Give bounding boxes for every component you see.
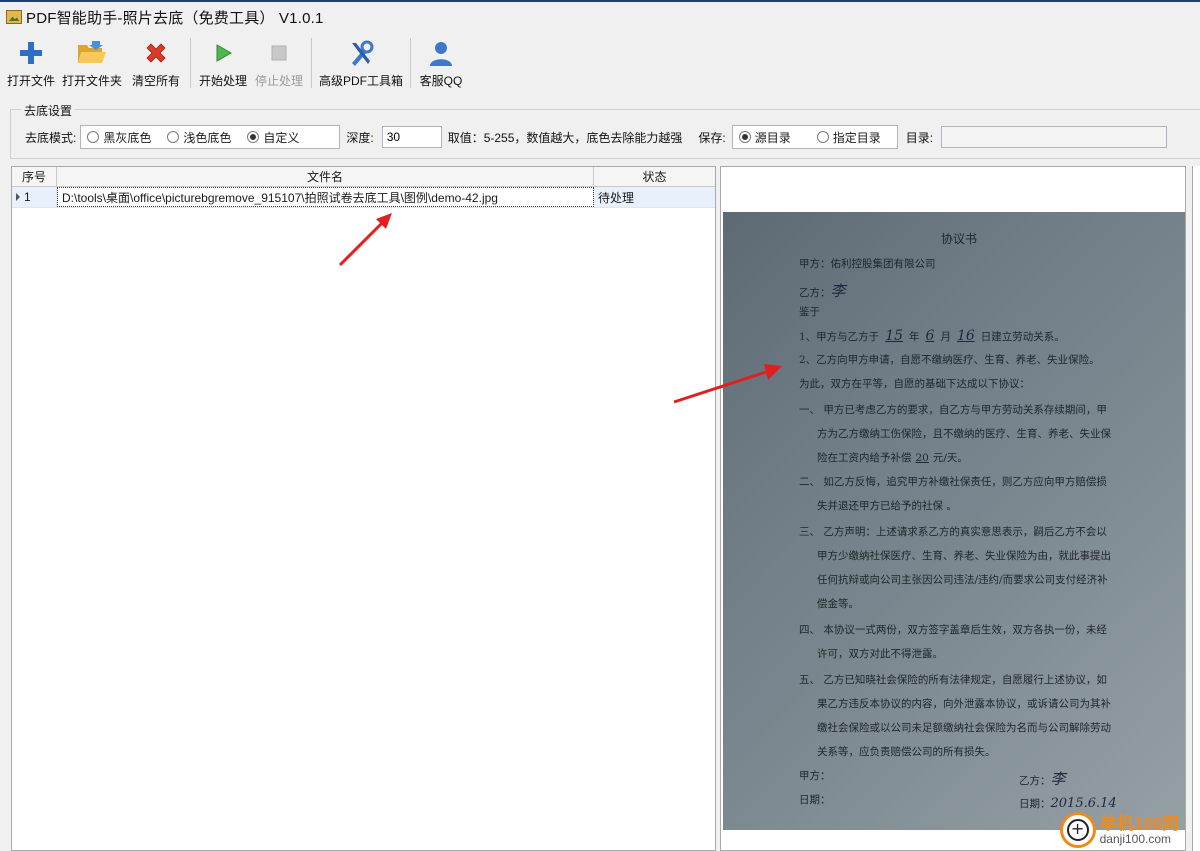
dir-input[interactable] [941,126,1168,148]
doc-line: 偿金等。 [817,598,859,610]
plus-icon [15,38,47,68]
doc-line: 关系等，应负责赔偿公司的所有损失。 [817,746,996,758]
doc-line: 日期：2015.6.14 [1019,796,1117,811]
doc-line: 甲方： [799,770,831,782]
row-pointer-icon [16,193,20,201]
doc-line: 2、乙方向甲方申请，自愿不缴纳医疗、生育、养老、失业保险。 [799,354,1100,366]
column-header-status[interactable]: 状态 [594,167,715,186]
right-edge-panel [1192,166,1200,851]
mode-radio-black-gray[interactable]: 黑灰底色 [87,129,151,146]
doc-line: 方为乙方缴纳工伤保险，且不缴纳的医疗、生育、养老、失业保 [817,428,1111,440]
mode-radio-light[interactable]: 浅色底色 [167,129,231,146]
document-photo-preview: 协议书 甲方：佑利控股集团有限公司 乙方：李 鉴于 1、甲方与乙方于 15 年 6 月 1… [723,212,1185,830]
radio-circle-selected [738,131,751,143]
doc-line: 乙方：李 [799,282,846,300]
radio-circle-selected [247,131,260,143]
toolbar-separator [190,38,191,88]
window-title: PDF智能助手-照片去底（免费工具） V1.0.1 [26,9,324,27]
doc-line: 甲方少缴纳社保医疗、生育、养老、失业保险为由，就此事提出 [817,550,1111,562]
depth-input[interactable] [381,126,442,148]
stop-process-button[interactable]: 停止处理 [251,34,307,94]
doc-line: 果乙方违反本协议的内容，向外泄露本协议，或诉请公司为其补 [817,698,1111,710]
doc-line: 三、 乙方声明：上述请求系乙方的真实意思表示，嗣后乙方不会以 [799,526,1107,538]
toolbar-separator [311,38,312,88]
doc-line: 二、 如乙方反悔，追究甲方补缴社保责任，则乙方应向甲方赔偿损 [799,476,1107,488]
start-process-button[interactable]: 开始处理 [195,34,251,94]
folder-open-icon [76,38,108,68]
save-label: 保存: [698,130,726,145]
save-radio-group: 源目录 指定目录 [731,125,898,149]
depth-hint: 取值：5-255，数值越大，底色去除能力越强 [447,130,683,145]
doc-line: 五、 乙方已知晓社会保险的所有法律规定，自愿履行上述协议，如 [799,674,1107,686]
customer-service-qq-button[interactable]: 客服QQ [415,34,467,94]
radio-circle [167,131,180,143]
tools-icon [345,38,377,68]
play-icon [207,38,239,68]
column-header-filename[interactable]: 文件名 [57,167,594,186]
user-icon [425,38,457,68]
toolbar: 打开文件 打开文件夹 清空所有 开始处理 停止处理 高级PDF工具箱 客服QQ [0,34,1200,94]
column-header-index[interactable]: 序号 [12,167,57,186]
mode-radio-custom[interactable]: 自定义 [247,129,299,146]
grid-header: 序号 文件名 状态 [12,167,715,187]
doc-line: 为此，双方在平等，自愿的基础下达成以下协议： [799,378,1030,390]
doc-line: 一、 甲方已考虑乙方的要求，自乙方与甲方劳动关系存续期间，甲 [799,404,1107,416]
doc-line: 乙方：李 [1019,770,1066,788]
doc-line: 甲方：佑利控股集团有限公司 [799,258,936,270]
toolbar-separator [410,38,411,88]
doc-line: 缴社会保险或以公司未足额缴纳社会保险为名而与公司解除劳动 [817,722,1111,734]
watermark-brand-en: danji100.com [1099,831,1172,846]
save-radio-custom-dir[interactable]: 指定目录 [816,129,881,146]
red-x-icon [140,38,172,68]
doc-line: 1、甲方与乙方于 15 年 6 月 16 日建立劳动关系。 [799,328,1065,344]
open-folder-button[interactable]: 打开文件夹 [58,34,126,94]
dir-label: 目录: [905,130,934,145]
site-watermark: + 单机100网 danji100.com [1059,812,1179,848]
depth-label: 深度: [346,130,374,145]
stop-icon [263,38,295,68]
radio-circle [816,131,829,143]
save-radio-source-dir[interactable]: 源目录 [738,129,791,146]
mode-label: 去底模式: [25,130,77,145]
title-bar: PDF智能助手-照片去底（免费工具） V1.0.1 [0,0,1200,32]
advanced-pdf-toolbox-button[interactable]: 高级PDF工具箱 [316,34,406,94]
watermark-brand-cn: 单机100网 [1099,813,1179,833]
image-preview-panel: 协议书 甲方：佑利控股集团有限公司 乙方：李 鉴于 1、甲方与乙方于 15 年 6 月 1… [720,166,1186,851]
watermark-logo-icon: + [1059,812,1096,848]
background-removal-settings: 去底设置 去底模式: 黑灰底色 浅色底色 自定义 深度: 取值：5-255，数值… [10,102,1200,159]
file-list-grid: 序号 文件名 状态 1 D:\tools\桌面\office\picturebg… [11,166,716,851]
doc-line: 失并退还甲方已给予的社保 。 [817,500,957,512]
mode-radio-group: 黑灰底色 浅色底色 自定义 [80,125,341,149]
settings-legend: 去底设置 [21,102,76,119]
radio-circle [87,131,100,143]
row-filename-cell[interactable]: D:\tools\桌面\office\picturebgremove_91510… [57,187,594,207]
clear-all-button[interactable]: 清空所有 [126,34,186,94]
row-index-cell: 1 [12,187,57,207]
open-file-button[interactable]: 打开文件 [4,34,58,94]
doc-line: 鉴于 [799,306,820,318]
row-status-cell: 待处理 [598,190,635,205]
doc-line: 许可，双方对此不得泄露。 [817,648,943,660]
doc-line: 日期： [799,794,831,806]
doc-title: 协议书 [941,232,978,246]
doc-line: 险在工资内给予补偿 20 元/天。 [817,452,968,464]
table-row[interactable]: 1 D:\tools\桌面\office\picturebgremove_915… [12,187,715,208]
app-icon [6,10,22,24]
doc-line: 四、 本协议一式两份，双方签字盖章后生效，双方各执一份，未经 [799,624,1107,636]
doc-line: 任何抗辩或向公司主张因公司违法/违约/而要求公司支付经济补 [817,574,1108,586]
